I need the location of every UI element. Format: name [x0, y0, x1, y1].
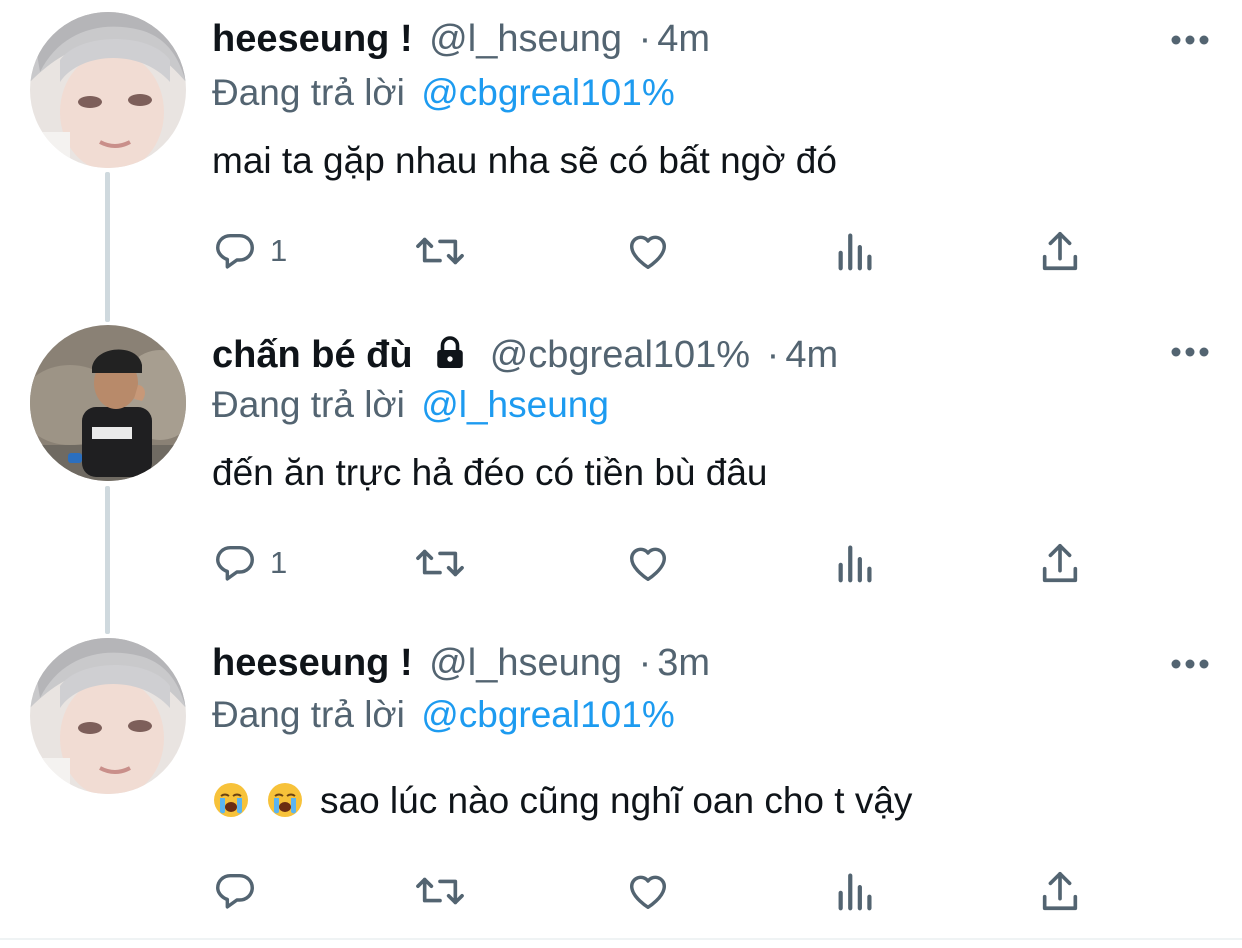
replying-to: Đang trả lời @cbgreal101%	[212, 70, 675, 116]
avatar[interactable]	[30, 12, 186, 168]
like-icon	[629, 547, 667, 582]
share-icon	[1042, 543, 1078, 583]
retweet-button[interactable]	[412, 226, 468, 276]
share-icon	[1042, 231, 1078, 271]
like-icon	[629, 875, 667, 910]
avatar[interactable]	[30, 638, 186, 794]
user-handle[interactable]: @cbgreal101%	[490, 334, 750, 376]
more-options-icon[interactable]	[1168, 654, 1212, 674]
loudly-crying-face-icon	[266, 781, 304, 819]
tweet-text: mai ta gặp nhau nha sẽ có bất ngờ đó	[212, 140, 837, 181]
mention-link[interactable]: @cbgreal101%	[421, 72, 675, 113]
like-button[interactable]	[624, 226, 672, 276]
tweet-header: chấn bé đù @cbgreal101% · 4m	[212, 332, 838, 382]
reply-button[interactable]	[212, 866, 270, 916]
user-handle[interactable]: @l_hseung	[429, 642, 622, 684]
display-name[interactable]: chấn bé đù	[212, 334, 413, 376]
reply-button[interactable]: 1	[212, 226, 287, 276]
mention-link[interactable]: @cbgreal101%	[421, 694, 675, 735]
user-handle[interactable]: @l_hseung	[429, 18, 622, 60]
retweet-icon	[416, 237, 464, 265]
timestamp[interactable]: 3m	[657, 642, 710, 684]
replying-to-label: Đang trả lời	[212, 384, 405, 425]
tweet[interactable]: heeseung ! @l_hseung · 4m Đang trả lời @c…	[0, 0, 1242, 312]
display-name[interactable]: heeseung !	[212, 642, 413, 684]
like-button[interactable]	[624, 866, 672, 916]
like-button[interactable]	[624, 538, 672, 588]
retweet-icon	[416, 877, 464, 905]
analytics-button[interactable]	[834, 866, 878, 916]
reply-button[interactable]: 1	[212, 538, 287, 588]
mention-link[interactable]: @l_hseung	[421, 384, 609, 425]
retweet-button[interactable]	[412, 866, 468, 916]
separator: ·	[638, 18, 652, 60]
retweet-button[interactable]	[412, 538, 468, 588]
analytics-button[interactable]	[834, 226, 878, 276]
reply-icon	[216, 873, 254, 909]
separator: ·	[638, 642, 652, 684]
tweet[interactable]: chấn bé đù @cbgreal101% · 4m Đang trả lời…	[0, 312, 1242, 626]
display-name[interactable]: heeseung !	[212, 18, 413, 60]
tweet-header: heeseung ! @l_hseung · 3m	[212, 640, 710, 686]
analytics-icon	[838, 873, 872, 911]
replying-to: Đang trả lời @cbgreal101%	[212, 692, 675, 738]
separator: ·	[766, 334, 780, 376]
divider	[0, 938, 1242, 940]
tweet-text-content: sao lúc nào cũng nghĩ oan cho t vậy	[320, 780, 913, 821]
reply-count: 1	[270, 233, 288, 268]
lock-icon	[431, 335, 469, 382]
tweet-text: đến ăn trực hả đéo có tiền bù đâu	[212, 452, 768, 493]
share-button[interactable]	[1038, 866, 1082, 916]
reply-icon	[216, 545, 254, 581]
like-icon	[629, 235, 667, 270]
replying-to-label: Đang trả lời	[212, 72, 405, 113]
avatar[interactable]	[30, 325, 186, 481]
action-bar	[212, 866, 1092, 916]
analytics-button[interactable]	[834, 538, 878, 588]
retweet-icon	[416, 549, 464, 577]
reply-icon	[216, 233, 254, 269]
share-button[interactable]	[1038, 538, 1082, 588]
tweet[interactable]: heeseung ! @l_hseung · 3m Đang trả lời @c…	[0, 626, 1242, 940]
reply-count: 1	[270, 545, 288, 580]
more-options-icon[interactable]	[1168, 30, 1212, 50]
share-button[interactable]	[1038, 226, 1082, 276]
share-icon	[1042, 871, 1078, 911]
timestamp[interactable]: 4m	[785, 334, 838, 376]
replying-to-label: Đang trả lời	[212, 694, 405, 735]
analytics-icon	[838, 233, 872, 271]
loudly-crying-face-icon	[212, 781, 250, 819]
timestamp[interactable]: 4m	[657, 18, 710, 60]
tweet-text: sao lúc nào cũng nghĩ oan cho t vậy	[212, 778, 912, 824]
more-options-icon[interactable]	[1168, 342, 1212, 362]
action-bar: 1	[212, 538, 1092, 588]
analytics-icon	[838, 545, 872, 583]
tweet-header: heeseung ! @l_hseung · 4m	[212, 16, 710, 62]
replying-to: Đang trả lời @l_hseung	[212, 382, 609, 428]
action-bar: 1	[212, 226, 1092, 276]
